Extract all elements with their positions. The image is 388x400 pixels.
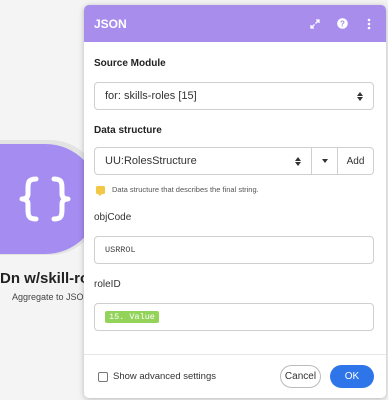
more-icon[interactable] [362,17,376,31]
svg-text:?: ? [340,20,345,29]
help-icon[interactable]: ? [335,17,349,31]
curly-braces-icon [19,176,71,222]
data-structure-select[interactable]: UU:RolesStructure [94,147,312,175]
scenario-canvas: Dn w/skill-ro Aggregate to JSON JSON ? S… [0,0,388,400]
chevron-down-icon [321,159,328,163]
hint-text: Data structure that describes the final … [112,185,259,194]
data-structure-dropdown-button[interactable] [312,147,338,175]
source-module-label: Source Module [94,58,166,69]
data-structure-label: Data structure [94,125,162,136]
dialog-title: JSON [94,16,127,31]
dialog-header: JSON ? [84,5,386,42]
objcode-input[interactable]: USRROL [94,236,374,264]
comment-icon [96,185,105,196]
advanced-settings-toggle[interactable]: Show advanced settings [98,371,216,382]
mapped-value-pill[interactable]: 15. Value [105,311,159,323]
roleid-input[interactable]: 15. Value [94,303,374,331]
updown-arrows-icon [295,156,301,166]
cancel-button[interactable]: Cancel [280,365,321,388]
data-structure-hint: Data structure that describes the final … [96,185,259,196]
advanced-settings-label: Show advanced settings [113,371,216,382]
updown-arrows-icon [357,91,363,101]
expand-icon[interactable] [308,17,322,31]
source-module-select[interactable]: for: skills-roles [15] [94,82,374,110]
objcode-value: USRROL [105,245,136,255]
data-structure-row: UU:RolesStructure Add [94,147,374,175]
module-subtitle: Aggregate to JSON [12,292,91,302]
json-settings-dialog: JSON ? Source Module for: skills-roles [… [84,5,386,398]
ok-button[interactable]: OK [330,365,374,388]
source-module-value: for: skills-roles [15] [105,90,197,102]
add-data-structure-button[interactable]: Add [338,147,374,175]
footer-divider [84,354,386,355]
data-structure-value: UU:RolesStructure [105,155,197,167]
roleid-label: roleID [94,279,121,290]
module-title: Dn w/skill-ro [0,270,90,287]
advanced-settings-checkbox[interactable] [98,371,108,382]
objcode-label: objCode [94,212,132,223]
